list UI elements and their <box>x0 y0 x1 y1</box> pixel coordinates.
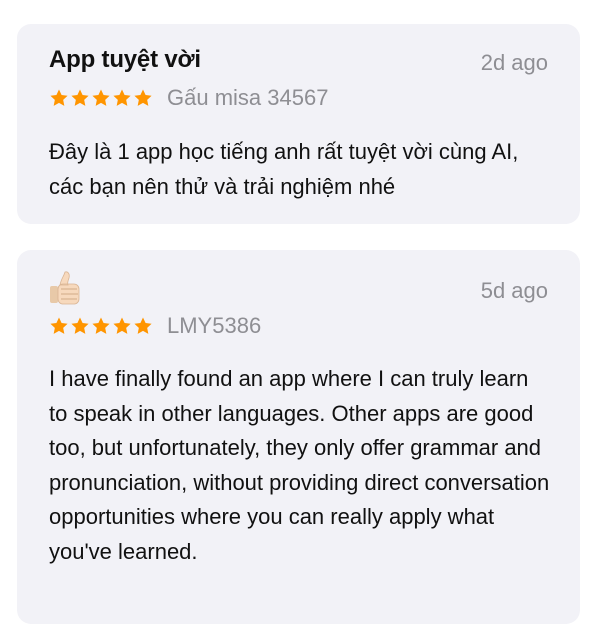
star-icon <box>134 89 152 106</box>
star-rating <box>49 316 153 336</box>
star-icon <box>50 89 68 106</box>
star-icon <box>134 317 152 334</box>
review-card[interactable]: App tuyệt vời 2d ago Gấu misa 34567 Đây … <box>17 24 580 224</box>
review-date: 5d ago <box>480 278 548 303</box>
star-icon <box>71 89 89 106</box>
review-body: Đây là 1 app học tiếng anh rất tuyệt vời… <box>49 139 519 199</box>
star-icon <box>92 317 110 334</box>
star-icon <box>50 317 68 334</box>
star-icon <box>113 89 131 106</box>
review-author: LMY5386 <box>167 313 262 338</box>
star-icon <box>92 89 110 106</box>
star-icon <box>71 317 89 334</box>
review-author: Gấu misa 34567 <box>167 85 329 110</box>
review-card[interactable]: 5d ago LMY5386 I have finally found an a… <box>17 250 580 624</box>
review-title: App tuyệt vời <box>49 46 201 73</box>
review-date: 2d ago <box>480 50 548 75</box>
review-meta: Gấu misa 34567 <box>49 85 328 111</box>
thumbs-up-icon <box>50 271 80 305</box>
star-icon <box>113 317 131 334</box>
review-body: I have finally found an app where I can … <box>49 366 550 564</box>
review-meta: LMY5386 <box>49 313 261 339</box>
star-rating <box>49 88 153 108</box>
